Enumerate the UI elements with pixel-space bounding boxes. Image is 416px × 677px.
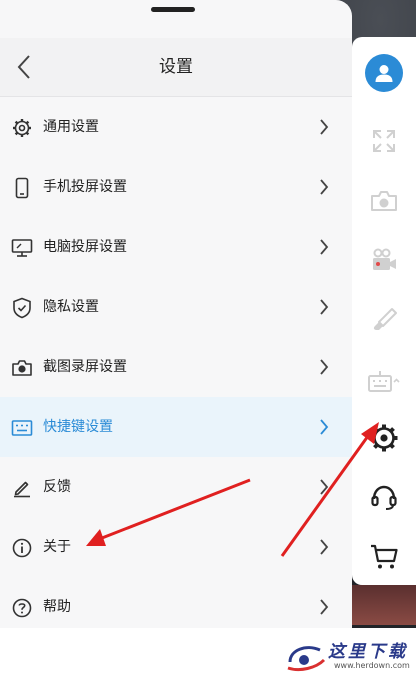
gear-icon <box>11 117 33 139</box>
settings-item-label: 隐私设置 <box>43 299 99 315</box>
settings-item-label: 反馈 <box>43 479 71 495</box>
settings-item-help[interactable]: 帮助 <box>0 577 352 628</box>
watermark-text: 这里下载 <box>328 642 408 662</box>
fullscreen-icon[interactable] <box>364 121 404 161</box>
settings-item-pc-cast[interactable]: 电脑投屏设置 <box>0 217 352 277</box>
chevron-right-icon <box>318 296 330 318</box>
settings-item-screenshot-record[interactable]: 截图录屏设置 <box>0 337 352 397</box>
page-title: 设置 <box>159 57 193 77</box>
settings-item-label: 电脑投屏设置 <box>43 239 127 255</box>
watermark-logo <box>287 646 326 672</box>
keyboard-icon <box>11 417 33 439</box>
cart-icon[interactable] <box>364 537 404 577</box>
settings-item-feedback[interactable]: 反馈 <box>0 457 352 517</box>
pen-icon <box>11 477 33 499</box>
settings-header: 设置 <box>0 38 352 97</box>
settings-list: 通用设置 手机投屏设置 电脑投屏设置 隐私设置 截图录屏设置 快捷键设置 反馈 … <box>0 97 352 628</box>
camera-icon <box>11 357 33 379</box>
chevron-right-icon <box>318 596 330 618</box>
settings-item-label: 快捷键设置 <box>43 419 113 435</box>
chevron-right-icon <box>318 116 330 138</box>
settings-item-general[interactable]: 通用设置 <box>0 97 352 157</box>
avatar-user-icon[interactable] <box>365 54 403 92</box>
settings-item-label: 手机投屏设置 <box>43 179 127 195</box>
settings-item-label: 截图录屏设置 <box>43 359 127 375</box>
settings-item-label: 帮助 <box>43 599 71 615</box>
side-toolbar <box>352 37 416 585</box>
settings-item-shortcuts[interactable]: 快捷键设置 <box>0 397 352 457</box>
chevron-right-icon <box>318 476 330 498</box>
settings-item-about[interactable]: 关于 <box>0 517 352 577</box>
paint-brush-icon[interactable] <box>364 300 404 340</box>
gear-icon[interactable] <box>364 418 404 458</box>
background-image-fragment <box>352 585 416 625</box>
watermark-url: www.herdown.com <box>334 661 410 670</box>
headset-icon[interactable] <box>364 478 404 518</box>
monitor-icon <box>11 237 33 259</box>
chevron-right-icon <box>318 356 330 378</box>
settings-item-label: 通用设置 <box>43 119 99 135</box>
settings-item-label: 关于 <box>43 539 71 555</box>
video-record-icon[interactable] <box>364 240 404 280</box>
chevron-right-icon <box>318 176 330 198</box>
site-watermark: 这里下载 www.herdown.com <box>284 636 414 674</box>
settings-item-phone-cast[interactable]: 手机投屏设置 <box>0 157 352 217</box>
settings-item-privacy[interactable]: 隐私设置 <box>0 277 352 337</box>
settings-panel: 设置 通用设置 手机投屏设置 电脑投屏设置 隐私设置 截图录屏设置 快捷键设置 … <box>0 0 352 628</box>
question-icon <box>11 597 33 619</box>
chevron-right-icon <box>318 536 330 558</box>
info-icon <box>11 537 33 559</box>
phone-icon <box>11 177 33 199</box>
drag-handle[interactable] <box>151 7 195 12</box>
chevron-right-icon <box>318 236 330 258</box>
chevron-right-icon <box>318 416 330 438</box>
keyboard-icon[interactable] <box>364 362 404 402</box>
camera-icon[interactable] <box>364 181 404 221</box>
shield-check-icon <box>11 297 33 319</box>
